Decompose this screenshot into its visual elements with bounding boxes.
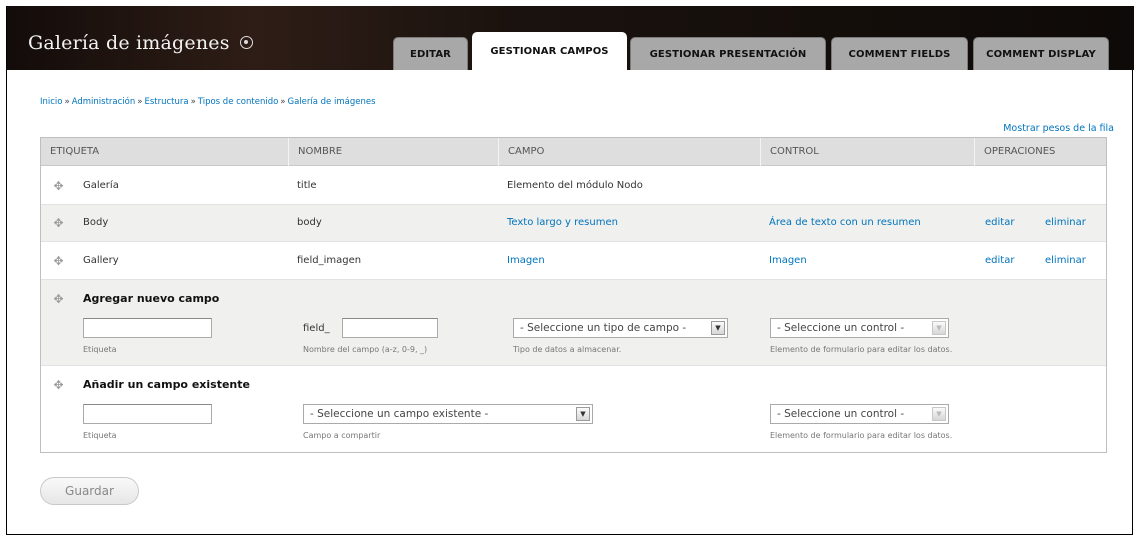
row-label: Body xyxy=(83,217,109,228)
header-operaciones: OPERACIONES xyxy=(974,138,1108,166)
edit-link[interactable]: editar xyxy=(985,217,1014,228)
existing-field-label-desc: Etiqueta xyxy=(83,431,117,440)
header-campo: CAMPO xyxy=(498,138,760,166)
drag-handle-icon[interactable]: ✥ xyxy=(53,255,64,267)
row-name: title xyxy=(297,180,317,191)
add-existing-field-row: ✥ Añadir un campo existente Etiqueta - S… xyxy=(41,366,1106,452)
add-new-field-title: Agregar nuevo campo xyxy=(83,292,220,305)
dropdown-arrow-icon: ▼ xyxy=(576,407,590,421)
breadcrumb-tipos-de-contenido[interactable]: Tipos de contenido xyxy=(198,97,279,107)
header-etiqueta: ETIQUETA xyxy=(50,146,100,157)
breadcrumb-administracion[interactable]: Administración xyxy=(72,97,136,107)
edit-link[interactable]: editar xyxy=(985,255,1014,266)
page-title: Galería de imágenes xyxy=(28,32,253,54)
table-row: ✥ Galería title Elemento del módulo Nodo xyxy=(41,167,1106,205)
drag-handle-icon[interactable]: ✥ xyxy=(53,293,64,305)
drag-handle-icon[interactable]: ✥ xyxy=(53,180,64,192)
existing-widget-desc: Elemento de formulario para editar los d… xyxy=(770,431,953,440)
row-field-link[interactable]: Imagen xyxy=(507,255,545,266)
tab-gestionar-presentacion[interactable]: GESTIONAR PRESENTACIÓN xyxy=(630,37,826,70)
existing-field-select-value: - Seleccione un campo existente - xyxy=(310,408,489,420)
row-widget-link[interactable]: Área de texto con un resumen xyxy=(769,217,921,228)
dropdown-arrow-icon: ▼ xyxy=(711,321,725,335)
row-field: Elemento del módulo Nodo xyxy=(507,180,643,191)
breadcrumb: Inicio» Administración» Estructura» Tipos d… xyxy=(40,97,376,107)
existing-widget-select[interactable]: - Seleccione un control - ▼ xyxy=(770,404,949,424)
table-row: ✥ Gallery field_imagen Imagen Imagen edi… xyxy=(41,242,1106,280)
new-field-label-desc: Etiqueta xyxy=(83,345,117,354)
breadcrumb-inicio[interactable]: Inicio xyxy=(40,97,63,107)
tab-gestionar-campos[interactable]: GESTIONAR CAMPOS xyxy=(472,32,627,72)
table-row: ✥ Body body Texto largo y resumen Área d… xyxy=(41,205,1106,242)
header-nombre: NOMBRE xyxy=(288,138,498,166)
row-field-link[interactable]: Texto largo y resumen xyxy=(507,217,618,228)
breadcrumb-separator: » xyxy=(137,97,143,107)
delete-link[interactable]: eliminar xyxy=(1045,217,1086,228)
page-header: Galería de imágenes EDITAR GESTIONAR CAM… xyxy=(7,6,1134,72)
circle-plus-icon[interactable] xyxy=(239,36,253,49)
widget-select-value: - Seleccione un control - xyxy=(777,322,905,334)
tab-comment-fields[interactable]: COMMENT FIELDS xyxy=(831,37,968,70)
drag-handle-icon[interactable]: ✥ xyxy=(53,217,64,229)
existing-field-label-input[interactable] xyxy=(83,404,212,424)
new-field-label-input[interactable] xyxy=(83,318,212,338)
table-header: ETIQUETA NOMBRE CAMPO CONTROL OPERACIONE… xyxy=(41,138,1106,166)
row-label: Gallery xyxy=(83,255,119,266)
add-existing-field-title: Añadir un campo existente xyxy=(83,378,250,391)
existing-widget-select-value: - Seleccione un control - xyxy=(777,408,905,420)
row-name: field_imagen xyxy=(297,255,362,266)
row-label: Galería xyxy=(83,180,119,191)
row-widget-link[interactable]: Imagen xyxy=(769,255,807,266)
add-new-field-row: ✥ Agregar nuevo campo Etiqueta field_ No… xyxy=(41,280,1106,366)
header-control: CONTROL xyxy=(760,138,974,166)
breadcrumb-separator: » xyxy=(280,97,286,107)
new-field-name-input[interactable] xyxy=(342,318,438,338)
drag-handle-icon[interactable]: ✥ xyxy=(53,379,64,391)
breadcrumb-separator: » xyxy=(190,97,196,107)
widget-select[interactable]: - Seleccione un control - ▼ xyxy=(770,318,949,338)
new-field-name-desc: Nombre del campo (a-z, 0-9, _) xyxy=(303,345,428,354)
dropdown-arrow-icon: ▼ xyxy=(932,321,946,335)
widget-desc: Elemento de formulario para editar los d… xyxy=(770,345,953,354)
breadcrumb-galeria[interactable]: Galería de imágenes xyxy=(288,97,376,107)
save-button[interactable]: Guardar xyxy=(40,477,139,505)
field-name-prefix: field_ xyxy=(303,323,330,334)
page-frame: Galería de imágenes EDITAR GESTIONAR CAM… xyxy=(6,6,1134,535)
field-type-select-value: - Seleccione un tipo de campo - xyxy=(520,322,687,334)
breadcrumb-separator: » xyxy=(64,97,70,107)
field-type-desc: Tipo de datos a almacenar. xyxy=(513,345,622,354)
row-name: body xyxy=(297,217,322,228)
fields-table: ETIQUETA NOMBRE CAMPO CONTROL OPERACIONE… xyxy=(40,137,1107,453)
page-title-text: Galería de imágenes xyxy=(28,32,230,54)
tab-editar[interactable]: EDITAR xyxy=(393,37,468,70)
existing-field-desc: Campo a compartir xyxy=(303,431,381,440)
show-row-weights-link[interactable]: Mostrar pesos de la fila xyxy=(1003,123,1114,134)
tab-comment-display[interactable]: COMMENT DISPLAY xyxy=(973,37,1109,70)
dropdown-arrow-icon: ▼ xyxy=(932,407,946,421)
delete-link[interactable]: eliminar xyxy=(1045,255,1086,266)
existing-field-select[interactable]: - Seleccione un campo existente - ▼ xyxy=(303,404,593,424)
breadcrumb-estructura[interactable]: Estructura xyxy=(144,97,188,107)
field-type-select[interactable]: - Seleccione un tipo de campo - ▼ xyxy=(513,318,728,338)
